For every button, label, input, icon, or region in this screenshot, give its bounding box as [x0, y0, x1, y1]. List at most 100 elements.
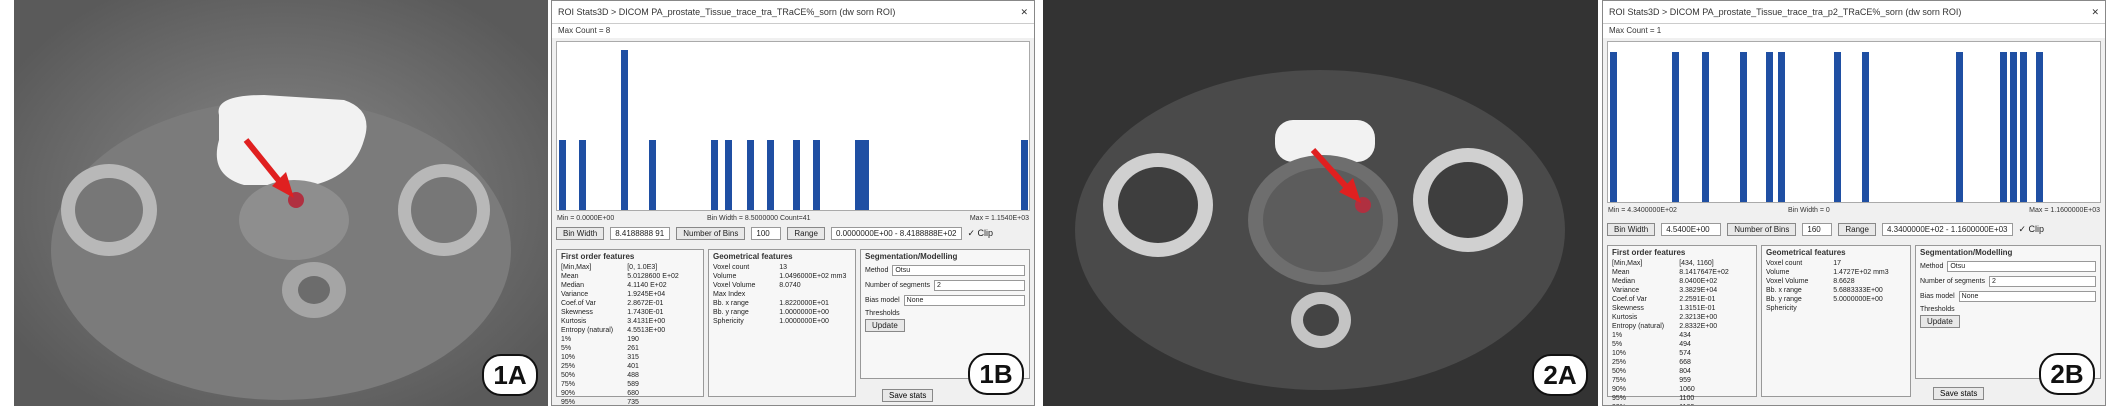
feature-value: 668 — [1679, 359, 1691, 366]
num-segments-field[interactable]: 2 — [933, 280, 1025, 291]
feature-row: 90% 680 — [561, 389, 699, 398]
num-segments-label: Number of segments — [1920, 278, 1985, 285]
feature-row: Entropy (natural) 2.8332E+00 — [1612, 322, 1752, 331]
num-segments-field[interactable]: 2 — [1988, 276, 2096, 287]
mri-image-1a — [14, 0, 548, 406]
feature-name: 10% — [561, 354, 576, 361]
histogram-bar — [1956, 52, 1963, 202]
feature-row: Voxel count 17 — [1766, 259, 1906, 268]
histogram-bar — [2036, 52, 2043, 202]
clip-checkbox[interactable]: ✓ Clip — [968, 228, 994, 239]
bias-model-select[interactable]: None — [1958, 291, 2096, 302]
feature-name: Coef.of Var — [561, 300, 596, 307]
feature-value: 1060 — [1679, 386, 1695, 393]
histogram-bar — [793, 140, 800, 210]
histogram-bar — [559, 140, 566, 210]
feature-value: 5.6883333E+00 — [1833, 287, 1883, 294]
feature-row: 10% 574 — [1612, 349, 1752, 358]
feature-value: 1.8220000E+01 — [779, 300, 829, 307]
feature-name: Kurtosis — [561, 318, 587, 325]
histogram-bar — [1672, 52, 1679, 202]
bin-width-field[interactable]: 8.4188888 91 — [610, 227, 671, 240]
histogram-bar — [813, 140, 820, 210]
segmentation-title: Segmentation/Modelling — [1920, 248, 2013, 257]
feature-value: 8.0400E+02 — [1679, 278, 1718, 285]
feature-value: 2.8672E-01 — [627, 300, 664, 307]
feature-name: 50% — [1612, 368, 1627, 375]
method-select[interactable]: Otsu — [892, 265, 1025, 276]
range-button[interactable]: Range — [1838, 223, 1876, 236]
feature-name: Volume — [713, 273, 737, 280]
method-select[interactable]: Otsu — [1947, 261, 2096, 272]
feature-value: 1.7430E-01 — [627, 309, 664, 316]
roi-stats-window-1b: ROI Stats3D > DICOM PA_prostate_Tissue_t… — [551, 0, 1035, 406]
feature-row: 1% 190 — [561, 335, 699, 344]
feature-row: Median 8.0400E+02 — [1612, 277, 1752, 286]
feature-name: 25% — [1612, 359, 1627, 366]
window-titlebar: ROI Stats3D > DICOM PA_prostate_Tissue_t… — [552, 1, 1034, 24]
feature-value: 1.0000000E+00 — [779, 309, 829, 316]
feature-value: 8.1417647E+02 — [1679, 269, 1729, 276]
max-count-label: Max Count = 1 — [1603, 24, 2105, 38]
close-icon[interactable]: ✕ — [1020, 7, 1028, 18]
save-stats-button[interactable]: Save stats — [1933, 387, 1985, 400]
feature-row: Voxel count 13 — [713, 263, 851, 272]
feature-row: Max Index — [713, 290, 851, 299]
save-stats-button[interactable]: Save stats — [882, 389, 934, 402]
close-icon[interactable]: ✕ — [2091, 7, 2099, 18]
feature-row: Median 4.1140 E+02 — [561, 281, 699, 290]
window-title: ROI Stats3D > DICOM PA_prostate_Tissue_t… — [558, 7, 896, 17]
first-order-features: First order features [Min,Max] [0, 1.0E3]… — [556, 249, 704, 405]
num-bins-button[interactable]: Number of Bins — [676, 227, 746, 240]
feature-value: 1.4727E+02 mm3 — [1833, 269, 1889, 276]
hist-min-label: Min = 4.3400000E+02 — [1608, 207, 1677, 214]
feature-row: 5% 261 — [561, 344, 699, 353]
max-count-label: Max Count = 8 — [552, 24, 1034, 38]
geometric-features: Geometrical features Voxel count 17 Volume… — [1761, 245, 1911, 397]
feature-row: Sphericity 1.0000000E+00 — [713, 317, 851, 326]
feature-name: 1% — [1612, 332, 1623, 339]
thresholds-label: Thresholds — [865, 310, 900, 317]
range-field[interactable]: 0.0000000E+00 - 8.4188888E+02 — [830, 227, 962, 240]
feature-value: 5.0128600 E+02 — [627, 273, 679, 280]
histogram-bar — [725, 140, 732, 210]
feature-value — [779, 290, 851, 299]
num-bins-button[interactable]: Number of Bins — [1727, 223, 1797, 236]
feature-name: Mean — [1612, 269, 1630, 276]
bias-model-select[interactable]: None — [903, 295, 1025, 306]
roi-stats-window-2b: ROI Stats3D > DICOM PA_prostate_Tissue_t… — [1602, 0, 2106, 406]
feature-row: 10% 315 — [561, 353, 699, 362]
num-segments-label: Number of segments — [865, 282, 930, 289]
histogram: Min = 4.3400000E+02 Bin Width = 0 Max = … — [1607, 41, 2101, 214]
feature-name: Median — [1612, 278, 1635, 285]
feature-name: 95% — [1612, 395, 1627, 402]
feature-row: Variance 1.9245E+04 — [561, 290, 699, 299]
histogram-bar — [1766, 52, 1773, 202]
update-button[interactable]: Update — [865, 319, 905, 332]
range-button[interactable]: Range — [787, 227, 825, 240]
first-order-features: First order features [Min,Max] [434, 1160… — [1607, 245, 1757, 405]
feature-name: Volume — [1766, 269, 1790, 276]
feature-row: Variance 3.3829E+04 — [1612, 286, 1752, 295]
feature-name: 10% — [1612, 350, 1627, 357]
feature-row: 25% 668 — [1612, 358, 1752, 367]
geometric-title: Geometrical features — [1766, 248, 1846, 257]
feature-name: Skewness — [1612, 305, 1644, 312]
bin-width-field[interactable]: 4.5400E+00 — [1661, 223, 1722, 236]
feature-value: 4.1140 E+02 — [627, 282, 667, 289]
feature-row: 95% 1100 — [1612, 394, 1752, 403]
feature-value: 1.0000000E+00 — [779, 318, 829, 325]
update-button[interactable]: Update — [1920, 315, 1960, 328]
histogram-controls: Bin Width 4.5400E+00 Number of Bins 160 … — [1607, 223, 2101, 236]
feature-row: Skewness 1.7430E-01 — [561, 308, 699, 317]
num-bins-field[interactable]: 160 — [1802, 223, 1833, 236]
bin-width-button[interactable]: Bin Width — [556, 227, 605, 240]
feature-row: Bb. x range 5.6883333E+00 — [1766, 286, 1906, 295]
bin-width-button[interactable]: Bin Width — [1607, 223, 1656, 236]
range-field[interactable]: 4.3400000E+02 - 1.1600000E+03 — [1881, 223, 2013, 236]
clip-checkbox[interactable]: ✓ Clip — [2019, 224, 2045, 235]
feature-name: 95% — [561, 399, 576, 406]
feature-row: 50% 804 — [1612, 367, 1752, 376]
num-bins-field[interactable]: 100 — [751, 227, 782, 240]
feature-value: 13 — [779, 264, 788, 271]
